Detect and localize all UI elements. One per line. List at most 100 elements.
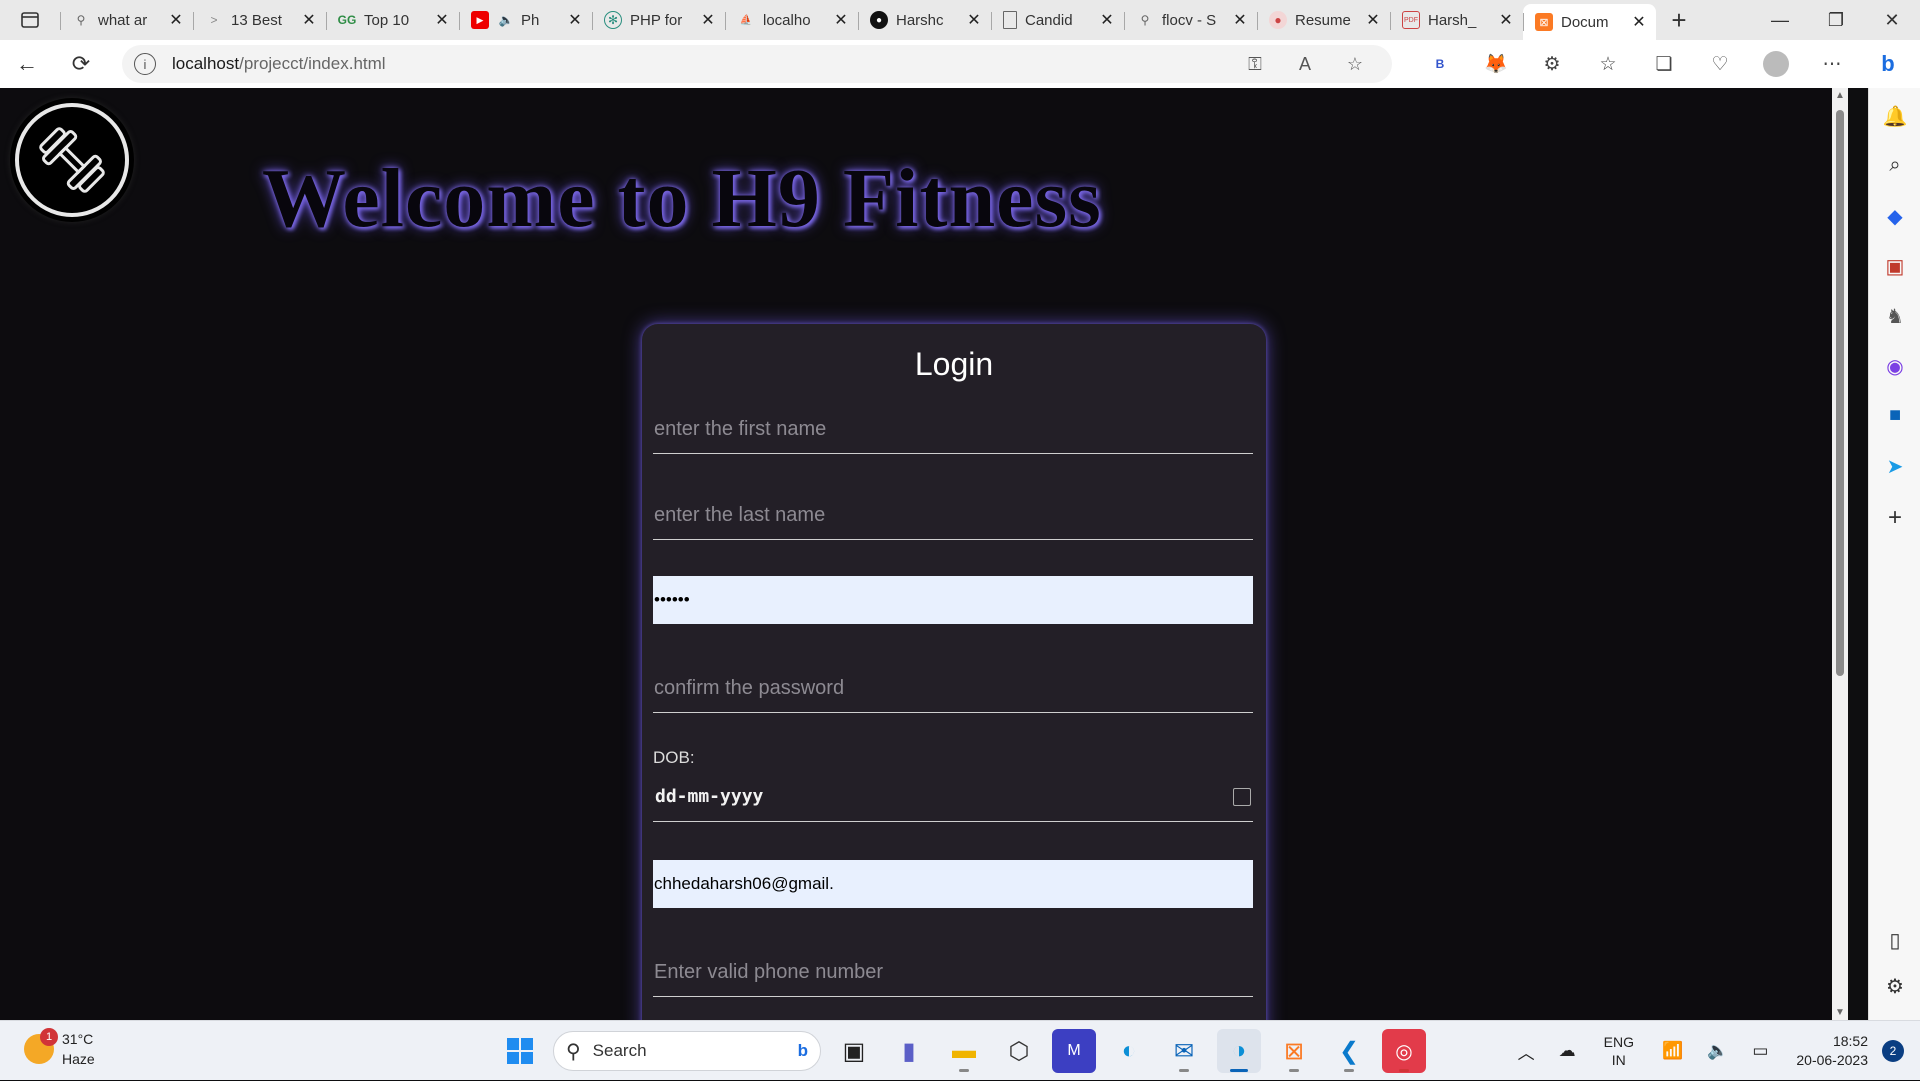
matlab-icon[interactable]: M — [1052, 1029, 1096, 1073]
notification-badge[interactable]: 2 — [1882, 1040, 1904, 1062]
windows-taskbar: 1 31°C Haze ⚲ Search b ▣ ▮ ▬ ⬡ M ◐ ✉ ◑ ⊠ … — [0, 1020, 1920, 1080]
send-icon[interactable]: ➤ — [1869, 454, 1920, 479]
collections-icon[interactable]: ❏ — [1636, 51, 1692, 77]
restore-icon[interactable]: ❐ — [1808, 0, 1864, 40]
close-tab-icon[interactable]: ✕ — [167, 10, 185, 30]
close-tab-icon[interactable]: ✕ — [832, 10, 850, 30]
dob-date-input[interactable]: dd-mm-yyyy — [653, 772, 1253, 822]
browser-tab[interactable]: ● Harshc ✕ — [858, 3, 991, 37]
browser-tab[interactable]: ▶ 🔈 Ph ✕ — [459, 3, 592, 37]
outlook-icon[interactable]: ■ — [1869, 404, 1920, 427]
close-tab-icon[interactable]: ✕ — [1231, 10, 1249, 30]
taskbar-search[interactable]: ⚲ Search b — [553, 1031, 821, 1071]
youtube-icon: ▶ — [471, 11, 489, 29]
onedrive-offline-icon[interactable]: ☁ — [1559, 1041, 1576, 1061]
url-text[interactable]: localhost/projecct/index.html — [172, 54, 1230, 74]
close-tab-icon[interactable]: ✕ — [300, 10, 318, 30]
clock[interactable]: 18:52 20-06-2023 — [1796, 1032, 1868, 1070]
browser-tab[interactable]: ⚲ flocv - S ✕ — [1124, 3, 1257, 37]
page-scrollbar[interactable]: ▲ ▼ — [1832, 88, 1848, 1020]
weather-sun-icon: 1 — [24, 1028, 58, 1064]
password-input[interactable] — [653, 576, 1253, 624]
close-tab-icon[interactable]: ✕ — [566, 10, 584, 30]
profile-avatar[interactable] — [1748, 51, 1804, 77]
tools-icon[interactable]: ▣ — [1869, 254, 1920, 279]
close-tab-icon[interactable]: ✕ — [1630, 12, 1648, 32]
last-name-input[interactable] — [653, 492, 1253, 540]
snipping-tool-icon[interactable]: ◎ — [1382, 1029, 1426, 1073]
tab-strip: ⚲ what ar ✕ >13 Best ✕ GG Top 10 ✕ ▶ 🔈 Ph ✕ ✻ PHP… — [0, 0, 1920, 40]
settings-gear-icon[interactable]: ⚙ — [1869, 974, 1920, 999]
teams-chat-icon[interactable]: ▮ — [887, 1029, 931, 1073]
email-input[interactable] — [653, 860, 1253, 908]
browser-tab[interactable]: ● Resume ✕ — [1257, 3, 1390, 37]
scroll-down-icon[interactable]: ▼ — [1832, 1007, 1848, 1018]
browser-tab[interactable]: PDF Harsh_ ✕ — [1390, 3, 1523, 37]
browser-tab-active[interactable]: ⊠ Docum ✕ — [1523, 4, 1656, 40]
back-button[interactable]: ← — [0, 40, 54, 88]
url-field[interactable]: i localhost/projecct/index.html ⚿ A ☆ — [122, 45, 1392, 83]
confirm-password-input[interactable] — [653, 665, 1253, 713]
browser-tab[interactable]: GG Top 10 ✕ — [326, 3, 459, 37]
performance-icon[interactable]: ♡ — [1692, 51, 1748, 77]
key-icon[interactable]: ⚿ — [1230, 54, 1280, 75]
extensions-icon[interactable]: ⚙ — [1524, 51, 1580, 77]
close-tab-icon[interactable]: ✕ — [1364, 10, 1382, 30]
minimize-icon[interactable]: — — [1752, 0, 1808, 40]
tab-actions-button[interactable] — [0, 0, 60, 40]
split-screen-icon[interactable]: ▯ — [1869, 928, 1920, 953]
browser-tab[interactable]: >13 Best ✕ — [193, 3, 326, 37]
search-icon: ⚲ — [76, 13, 86, 27]
chatgpt-icon: ✻ — [604, 11, 622, 29]
edge-active-icon[interactable]: ◑ — [1217, 1029, 1261, 1073]
games-icon[interactable]: ♞ — [1869, 304, 1920, 329]
metamask-icon[interactable]: 🦊 — [1468, 51, 1524, 77]
start-windows-icon[interactable] — [498, 1029, 542, 1073]
bing-copilot-icon[interactable]: b — [1860, 51, 1916, 77]
add-sidebar-app-icon[interactable]: + — [1869, 504, 1920, 532]
task-view-icon[interactable]: ▣ — [832, 1029, 876, 1073]
bing-icon: b — [797, 1041, 808, 1060]
favorite-star-icon[interactable]: ☆ — [1330, 54, 1380, 75]
speaker-icon[interactable]: 🔈 — [497, 11, 515, 29]
wifi-icon[interactable]: 📶 — [1662, 1041, 1683, 1061]
browser-tab[interactable]: ⛵ localho ✕ — [725, 3, 858, 37]
scroll-up-icon[interactable]: ▲ — [1832, 90, 1848, 101]
file-explorer-icon[interactable]: ▬ — [942, 1029, 986, 1073]
volume-icon[interactable]: 🔈 — [1707, 1041, 1728, 1061]
favorites-icon[interactable]: ☆ — [1580, 51, 1636, 77]
site-info-icon[interactable]: i — [134, 53, 156, 75]
more-menu-icon[interactable]: ⋯ — [1804, 51, 1860, 77]
mail-icon[interactable]: ✉ — [1162, 1029, 1206, 1073]
new-tab-button[interactable]: + — [1656, 5, 1702, 36]
edge-browser-icon[interactable]: ◐ — [1107, 1029, 1151, 1073]
unity-icon[interactable]: ⬡ — [997, 1029, 1041, 1073]
vscode-icon[interactable]: ❮ — [1327, 1029, 1371, 1073]
extension-b-icon[interactable]: B — [1412, 51, 1468, 77]
read-aloud-icon[interactable]: A — [1280, 54, 1330, 75]
sidebar-search-icon[interactable]: ⌕ — [1869, 154, 1920, 177]
weather-widget[interactable]: 1 31°C Haze — [24, 1028, 95, 1069]
browser-tab[interactable]: ✻ PHP for ✕ — [592, 3, 725, 37]
address-bar: ← ⟳ i localhost/projecct/index.html ⚿ A … — [0, 40, 1920, 88]
close-tab-icon[interactable]: ✕ — [699, 10, 717, 30]
tray-chevron-up-icon[interactable]: ︿ — [1518, 1039, 1535, 1064]
calendar-icon[interactable] — [1233, 787, 1251, 806]
phone-input[interactable] — [653, 949, 1253, 997]
language-indicator[interactable]: ENG IN — [1604, 1033, 1634, 1069]
browser-tab[interactable]: ⚲ what ar ✕ — [60, 3, 193, 37]
xampp-taskbar-icon[interactable]: ⊠ — [1272, 1029, 1316, 1073]
notification-bell-icon[interactable]: 🔔 — [1869, 104, 1920, 129]
refresh-button[interactable]: ⟳ — [54, 40, 108, 88]
first-name-input[interactable] — [653, 406, 1253, 454]
close-tab-icon[interactable]: ✕ — [1098, 10, 1116, 30]
browser-tab[interactable]: Candid ✕ — [991, 3, 1124, 37]
office-icon[interactable]: ◉ — [1869, 354, 1920, 379]
close-tab-icon[interactable]: ✕ — [433, 10, 451, 30]
close-tab-icon[interactable]: ✕ — [965, 10, 983, 30]
close-window-icon[interactable]: ✕ — [1864, 0, 1920, 40]
close-tab-icon[interactable]: ✕ — [1497, 10, 1515, 30]
battery-icon[interactable]: ▭ — [1752, 1041, 1768, 1061]
scrollbar-thumb[interactable] — [1836, 110, 1844, 676]
shopping-tag-icon[interactable]: ◆ — [1869, 204, 1920, 229]
